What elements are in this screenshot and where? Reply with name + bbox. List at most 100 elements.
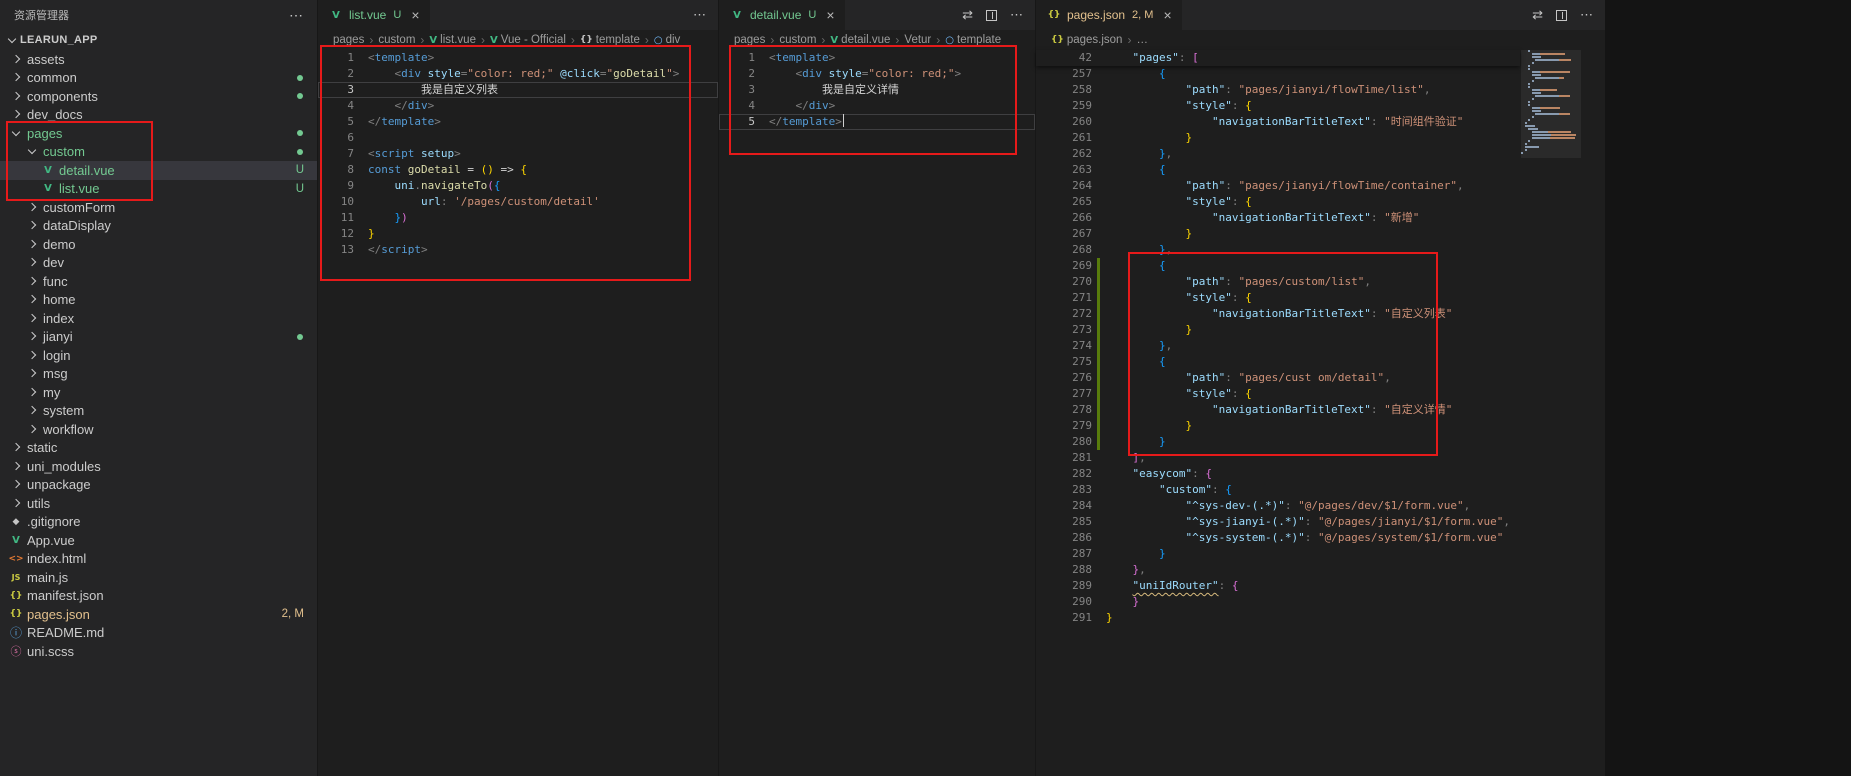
tree-item-list-vue[interactable]: Vlist.vueU [0,180,317,199]
breadcrumb-item[interactable]: … [1136,34,1148,46]
breadcrumb-item[interactable]: {}pages.json [1051,34,1122,46]
breadcrumb-item[interactable]: ○template [945,34,1001,46]
code-line-2[interactable]: 2 <div style="color: red;" @click="goDet… [318,66,718,82]
code-line-291[interactable]: 291} [1036,610,1605,626]
tree-item-assets[interactable]: assets [0,50,317,69]
code-line-258[interactable]: 258 "path": "pages/jianyi/flowTime/list"… [1036,82,1605,98]
code-editor[interactable]: 1<template>2 <div style="color: red;">3 … [719,50,1035,776]
code-line-278[interactable]: 278 "navigationBarTitleText": "自定义详情" [1036,402,1605,418]
tree-item-pages[interactable]: pages [0,124,317,143]
code-line-10[interactable]: 10 url: '/pages/custom/detail' [318,194,718,210]
tree-item-components[interactable]: components [0,87,317,106]
more-icon[interactable]: ⋯ [1010,7,1023,23]
tree-item-readme-md[interactable]: ⓘREADME.md [0,624,317,643]
tree-item-main-js[interactable]: JSmain.js [0,568,317,587]
breadcrumb-item[interactable]: Vlist.vue [429,34,476,46]
more-icon[interactable]: ⋯ [1580,7,1593,23]
code-line-276[interactable]: 276 "path": "pages/cust om/detail", [1036,370,1605,386]
code-line-8[interactable]: 8const goDetail = () => { [318,162,718,178]
tree-item-home[interactable]: home [0,291,317,310]
code-line-260[interactable]: 260 "navigationBarTitleText": "时间组件验证" [1036,114,1605,130]
code-line-6[interactable]: 6 [318,130,718,146]
tree-item-datadisplay[interactable]: dataDisplay [0,217,317,236]
code-line-281[interactable]: 281 ], [1036,450,1605,466]
code-line-7[interactable]: 7<script setup> [318,146,718,162]
tree-item-dev[interactable]: dev [0,254,317,273]
project-root-row[interactable]: LEARUN_APP [0,30,317,50]
code-line-1[interactable]: 1<template> [318,50,718,66]
tree-item-demo[interactable]: demo [0,235,317,254]
tree-item-login[interactable]: login [0,346,317,365]
tree-item--gitignore[interactable]: ◆.gitignore [0,513,317,532]
breadcrumb-item[interactable]: Vetur [904,34,931,46]
code-line-277[interactable]: 277 "style": { [1036,386,1605,402]
code-line-268[interactable]: 268 }, [1036,242,1605,258]
tab-pages-json[interactable]: {}pages.json2, M× [1036,0,1182,30]
code-line-261[interactable]: 261 } [1036,130,1605,146]
more-icon[interactable]: ⋯ [693,7,706,23]
tree-item-index-html[interactable]: <>index.html [0,550,317,569]
code-line-4[interactable]: 4 </div> [719,98,1035,114]
tree-item-uni-modules[interactable]: uni_modules [0,457,317,476]
minimap-slider[interactable] [1521,50,1581,158]
more-actions-icon[interactable]: ⋯ [289,7,303,24]
tree-item-static[interactable]: static [0,439,317,458]
breadcrumb-item[interactable]: pages [333,34,364,46]
breadcrumb-item[interactable]: ○div [654,34,680,46]
tree-item-utils[interactable]: utils [0,494,317,513]
tree-item-uni-scss[interactable]: ⓢuni.scss [0,642,317,661]
code-line-11[interactable]: 11 }) [318,210,718,226]
tab-list-vue[interactable]: Vlist.vueU× [318,0,430,30]
code-line-13[interactable]: 13</script> [318,242,718,258]
tree-item-common[interactable]: common [0,69,317,88]
code-line-266[interactable]: 266 "navigationBarTitleText": "新增" [1036,210,1605,226]
code-line-5[interactable]: 5</template> [719,114,1035,130]
tree-item-pages-json[interactable]: {}pages.json2, M [0,605,317,624]
code-line-267[interactable]: 267 } [1036,226,1605,242]
code-line-280[interactable]: 280 } [1036,434,1605,450]
code-line-290[interactable]: 290 } [1036,594,1605,610]
code-line-282[interactable]: 282 "easycom": { [1036,466,1605,482]
tree-item-func[interactable]: func [0,272,317,291]
code-line-262[interactable]: 262 }, [1036,146,1605,162]
code-line-2[interactable]: 2 <div style="color: red;"> [719,66,1035,82]
code-line-287[interactable]: 287 } [1036,546,1605,562]
code-line-284[interactable]: 284 "^sys-dev-(.*)": "@/pages/dev/$1/for… [1036,498,1605,514]
code-line-1[interactable]: 1<template> [719,50,1035,66]
close-icon[interactable]: × [1163,7,1171,23]
tree-item-system[interactable]: system [0,402,317,421]
code-line-3[interactable]: 3 我是自定义列表 [318,82,718,98]
minimap[interactable] [1521,50,1581,200]
tree-item-my[interactable]: my [0,383,317,402]
split-icon[interactable] [1556,10,1567,21]
code-line-285[interactable]: 285 "^sys-jianyi-(.*)": "@/pages/jianyi/… [1036,514,1605,530]
split-icon[interactable] [986,10,997,21]
tree-item-dev-docs[interactable]: dev_docs [0,106,317,125]
code-line-273[interactable]: 273 } [1036,322,1605,338]
breadcrumb-item[interactable]: custom [779,34,816,46]
code-line-274[interactable]: 274 }, [1036,338,1605,354]
tree-item-app-vue[interactable]: VApp.vue [0,531,317,550]
code-editor[interactable]: 257 {258 "path": "pages/jianyi/flowTime/… [1036,66,1605,776]
tree-item-custom[interactable]: custom [0,143,317,162]
compare-icon[interactable]: ⇄ [962,7,973,23]
code-line-263[interactable]: 263 { [1036,162,1605,178]
code-line-269[interactable]: 269 { [1036,258,1605,274]
code-line-5[interactable]: 5</template> [318,114,718,130]
tree-item-manifest-json[interactable]: {}manifest.json [0,587,317,606]
tree-item-detail-vue[interactable]: Vdetail.vueU [0,161,317,180]
compare-icon[interactable]: ⇄ [1532,7,1543,23]
code-line-4[interactable]: 4 </div> [318,98,718,114]
code-line-279[interactable]: 279 } [1036,418,1605,434]
tree-item-workflow[interactable]: workflow [0,420,317,439]
code-line-12[interactable]: 12} [318,226,718,242]
tree-item-unpackage[interactable]: unpackage [0,476,317,495]
code-line-270[interactable]: 270 "path": "pages/custom/list", [1036,274,1605,290]
tree-item-msg[interactable]: msg [0,365,317,384]
code-line-257[interactable]: 257 { [1036,66,1605,82]
close-icon[interactable]: × [826,7,834,23]
code-line-286[interactable]: 286 "^sys-system-(.*)": "@/pages/system/… [1036,530,1605,546]
code-line-283[interactable]: 283 "custom": { [1036,482,1605,498]
code-editor[interactable]: 1<template>2 <div style="color: red;" @c… [318,50,718,776]
code-line-272[interactable]: 272 "navigationBarTitleText": "自定义列表" [1036,306,1605,322]
